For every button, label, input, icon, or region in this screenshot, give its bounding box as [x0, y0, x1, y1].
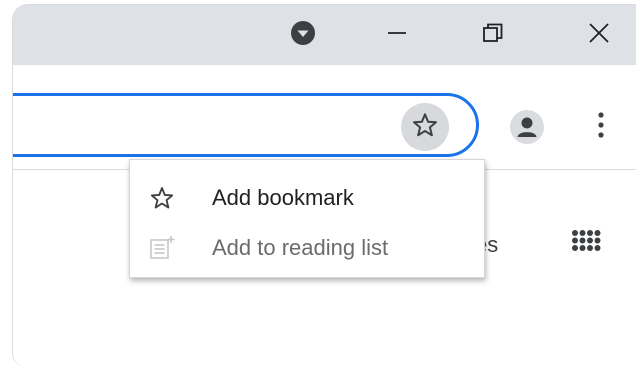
close-icon — [588, 22, 610, 49]
toolbar — [13, 65, 636, 170]
profile-avatar-button[interactable] — [510, 110, 544, 144]
add-bookmark-item[interactable]: Add bookmark — [130, 176, 484, 220]
title-bar — [13, 5, 636, 65]
close-button[interactable] — [579, 17, 619, 53]
person-icon — [510, 117, 544, 144]
customize-menu-button[interactable] — [591, 109, 611, 145]
star-outline-icon — [411, 111, 439, 144]
bookmark-star-button[interactable] — [401, 103, 449, 151]
bookmark-menu: Add bookmark Add to reading list — [129, 159, 485, 278]
browser-window: es Add bookmark Add to reading list — [12, 4, 636, 367]
reading-list-icon — [149, 235, 175, 261]
restore-icon — [482, 22, 504, 49]
star-outline-icon — [149, 185, 175, 211]
add-to-reading-list-label: Add to reading list — [212, 235, 389, 260]
add-to-reading-list-item: Add to reading list — [130, 226, 484, 270]
vertical-dots-icon — [597, 110, 605, 145]
profile-menu-button[interactable] — [283, 17, 323, 53]
add-bookmark-label: Add bookmark — [212, 185, 354, 210]
apps-grid-icon[interactable] — [569, 227, 603, 261]
minimize-button[interactable] — [377, 17, 417, 53]
minimize-icon — [386, 22, 408, 49]
chevron-down-circle-icon — [289, 19, 317, 52]
restore-button[interactable] — [473, 17, 513, 53]
